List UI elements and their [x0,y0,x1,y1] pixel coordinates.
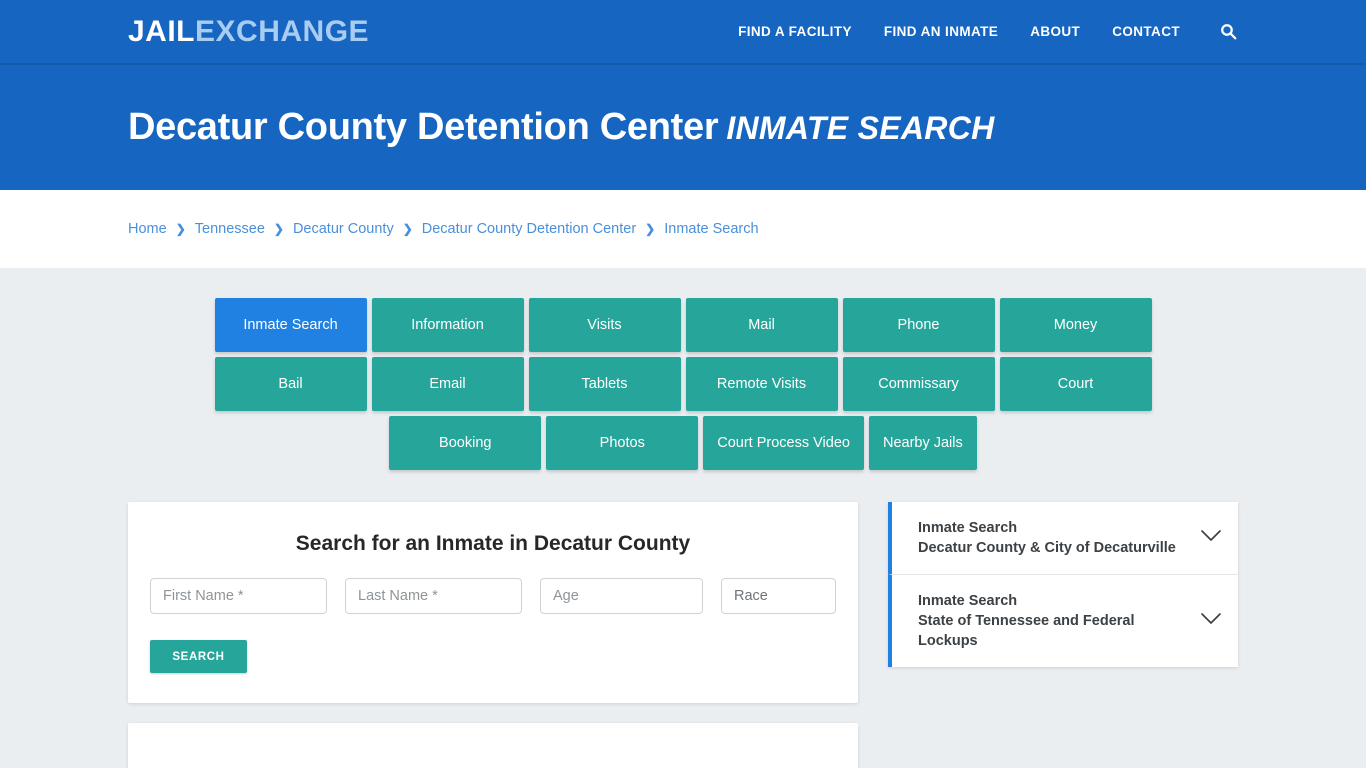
breadcrumb-item-inmate-search: Inmate Search [664,221,759,237]
breadcrumb: Home ❯ Tennessee ❯ Decatur County ❯ Deca… [128,221,759,237]
sidebar-column: Inmate Search Decatur County & City of D… [888,502,1238,667]
tab-inmate-search[interactable]: Inmate Search [214,298,367,352]
breadcrumb-band: Home ❯ Tennessee ❯ Decatur County ❯ Deca… [0,190,1366,268]
breadcrumb-separator-icon: ❯ [402,222,413,236]
main-navigation: FIND A FACILITY FIND AN INMATE ABOUT CON… [738,22,1238,42]
inmate-search-accordion: Inmate Search Decatur County & City of D… [888,502,1238,667]
breadcrumb-item-home[interactable]: Home [128,221,167,237]
site-logo[interactable]: JAILEXCHANGE [128,14,370,48]
accordion-item-text: Inmate Search Decatur County & City of D… [918,518,1190,558]
nav-item-contact[interactable]: CONTACT [1112,24,1180,39]
tab-commissary[interactable]: Commissary [842,357,995,411]
page-content: Inmate Search Information Visits Mail Ph… [0,268,1366,768]
tab-tablets[interactable]: Tablets [528,357,681,411]
page-subtitle: INMATE SEARCH [726,110,995,146]
tab-mail[interactable]: Mail [685,298,838,352]
site-header: JAILEXCHANGE FIND A FACILITY FIND AN INM… [0,0,1366,65]
chevron-down-icon[interactable] [1200,529,1222,547]
breadcrumb-separator-icon: ❯ [273,222,284,236]
logo-text-exchange: EXCHANGE [195,14,370,48]
nav-item-find-an-inmate[interactable]: FIND AN INMATE [884,24,998,39]
tab-photos[interactable]: Photos [546,416,699,470]
tab-information[interactable]: Information [371,298,524,352]
page-title: Decatur County Detention Center [128,106,719,148]
accordion-item-line2: State of Tennessee and Federal Lockups [918,613,1135,649]
facility-tab-grid: Inmate Search Information Visits Mail Ph… [138,298,1228,470]
breadcrumb-item-decatur-county[interactable]: Decatur County [293,221,394,237]
accordion-item-text: Inmate Search State of Tennessee and Fed… [918,591,1190,651]
tab-visits[interactable]: Visits [528,298,681,352]
sidebar-item-inmate-search-state[interactable]: Inmate Search State of Tennessee and Fed… [888,575,1238,667]
tab-bail[interactable]: Bail [214,357,367,411]
breadcrumb-separator-icon: ❯ [645,222,656,236]
search-button[interactable]: SEARCH [150,640,247,673]
accordion-item-line1: Inmate Search [918,520,1018,536]
breadcrumb-item-tennessee[interactable]: Tennessee [195,221,265,237]
tab-email[interactable]: Email [371,357,524,411]
breadcrumb-separator-icon: ❯ [175,222,186,236]
tab-court-process-video[interactable]: Court Process Video [703,416,864,470]
search-card-title: Search for an Inmate in Decatur County [295,532,691,555]
accordion-item-line1: Inmate Search [918,593,1018,609]
accordion-item-line2: Decatur County & City of Decaturville [918,540,1176,556]
chevron-down-icon[interactable] [1200,612,1222,630]
tab-remote-visits[interactable]: Remote Visits [685,357,838,411]
nav-item-find-a-facility[interactable]: FIND A FACILITY [738,24,852,39]
race-select[interactable]: Race [721,578,836,614]
logo-text-jail: JAIL [128,14,196,48]
breadcrumb-item-detention-center[interactable]: Decatur County Detention Center [422,221,636,237]
nav-item-about[interactable]: ABOUT [1030,24,1080,39]
main-column: Search for an Inmate in Decatur County R… [128,502,858,768]
tab-booking[interactable]: Booking [389,416,542,470]
search-fields-row: Race [148,578,838,614]
content-columns: Search for an Inmate in Decatur County R… [128,502,1238,768]
tab-phone[interactable]: Phone [842,298,995,352]
last-name-input[interactable] [345,578,522,614]
page-hero: Decatur County Detention Center INMATE SE… [0,65,1366,190]
hero-inner: Decatur County Detention Center INMATE SE… [128,106,995,149]
search-icon[interactable] [1218,22,1238,42]
age-input[interactable] [540,578,703,614]
tab-court[interactable]: Court [999,357,1152,411]
first-name-input[interactable] [150,578,327,614]
secondary-results-card [128,723,858,768]
inmate-search-card: Search for an Inmate in Decatur County R… [128,502,858,703]
sidebar-item-inmate-search-county[interactable]: Inmate Search Decatur County & City of D… [888,502,1238,575]
tab-money[interactable]: Money [999,298,1152,352]
tab-nearby-jails[interactable]: Nearby Jails [868,416,977,470]
